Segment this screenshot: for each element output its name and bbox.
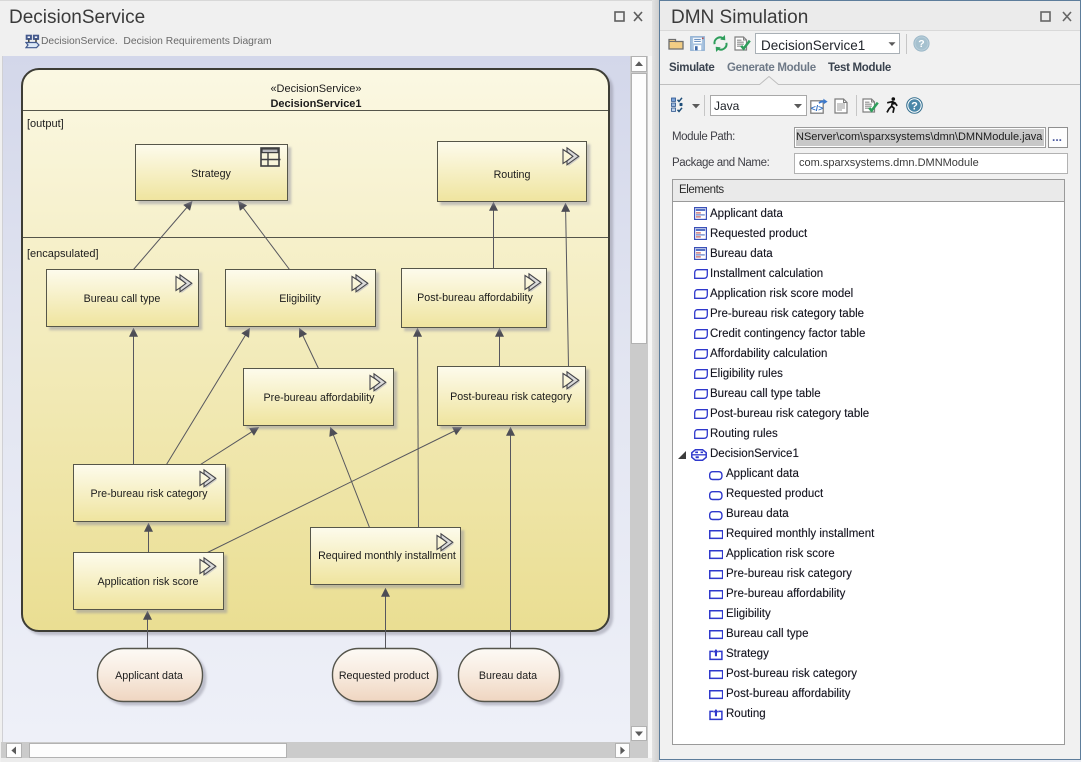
svg-text:Pre-bureau affordability: Pre-bureau affordability	[264, 392, 376, 404]
svg-text:</>: </>	[811, 103, 823, 113]
svg-text:?: ?	[918, 38, 924, 50]
svg-text:Eligibility: Eligibility	[279, 293, 321, 305]
svg-text:Routing: Routing	[494, 169, 531, 181]
svg-text:Post-bureau risk category: Post-bureau risk category	[450, 391, 572, 403]
svg-text:[output]: [output]	[27, 118, 64, 130]
svg-text:Strategy: Strategy	[191, 168, 231, 180]
svg-text:Post-bureau affordability: Post-bureau affordability	[417, 292, 533, 304]
svg-text:Required monthly installment: Required monthly installment	[318, 550, 456, 562]
svg-text:«DecisionService»: «DecisionService»	[270, 83, 361, 95]
svg-text:Requested product: Requested product	[339, 670, 429, 682]
svg-text:Pre-bureau risk category: Pre-bureau risk category	[90, 488, 208, 500]
svg-text:Application risk score: Application risk score	[98, 576, 199, 588]
svg-text:[encapsulated]: [encapsulated]	[27, 248, 99, 260]
svg-text:DecisionService1: DecisionService1	[270, 98, 361, 110]
svg-text:Bureau data: Bureau data	[479, 670, 537, 682]
svg-text:Bureau call type: Bureau call type	[84, 293, 161, 305]
svg-text:Applicant data: Applicant data	[115, 670, 183, 682]
svg-text:?: ?	[911, 100, 918, 112]
